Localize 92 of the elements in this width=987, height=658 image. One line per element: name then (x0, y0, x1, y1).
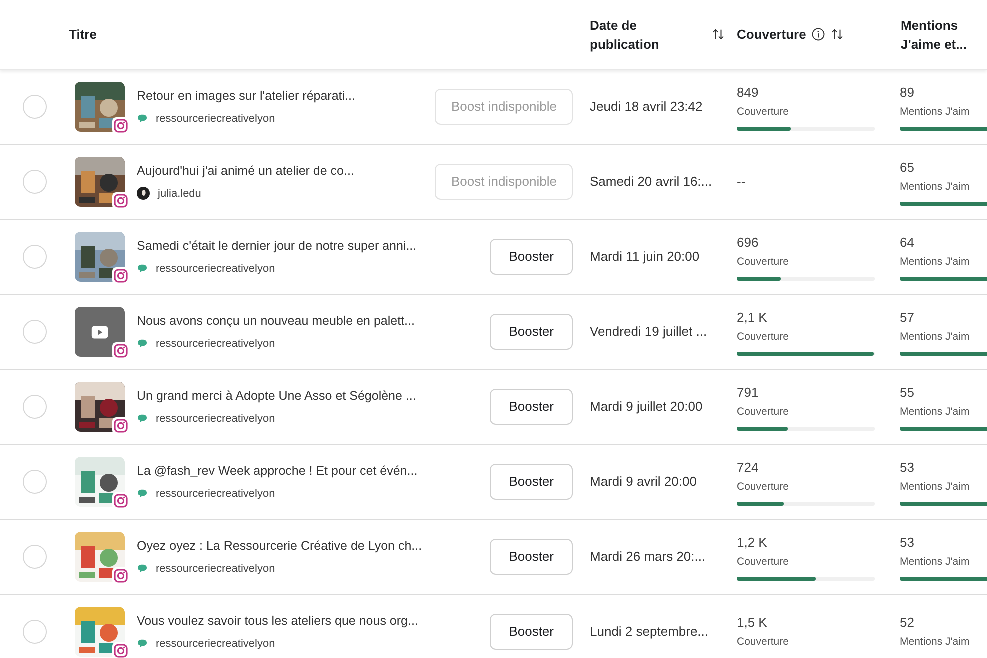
account-name: ressourceriecreativelyon (156, 486, 276, 502)
coverage-label: Couverture (737, 480, 790, 496)
coverage-value: 696 (737, 234, 760, 252)
publish-date: Mardi 9 avril 20:00 (590, 474, 697, 489)
publish-date: Jeudi 18 avril 23:42 (590, 99, 703, 114)
account-name: ressourceriecreativelyon (156, 112, 276, 127)
post-title[interactable]: Aujourd'hui j'ai animé un atelier de co... (137, 162, 436, 181)
row-checkbox[interactable] (22, 245, 46, 269)
post-title[interactable]: Samedi c'était le dernier jour de notre super anni... (137, 236, 490, 256)
boost-button[interactable]: Booster (490, 389, 573, 425)
camera-icon (112, 117, 130, 135)
likes-value: 57 (900, 308, 916, 327)
publish-date: Vendredi 19 juillet ... (590, 324, 708, 339)
publish-date: Lundi 2 septembre... (590, 624, 709, 639)
coverage-value: -- (737, 173, 747, 192)
post-title[interactable]: Nous avons conçu un nouveau meuble en palett... (137, 312, 490, 331)
camera-icon (112, 267, 130, 285)
coverage-value: 791 (737, 384, 760, 402)
likes-label: Mentions J'aim (900, 405, 971, 420)
likes-value: 53 (900, 534, 916, 552)
row-checkbox[interactable] (22, 470, 46, 494)
publish-date: Mardi 26 mars 20:... (590, 549, 706, 564)
account-name: julia.ledu (158, 186, 202, 202)
row-checkbox[interactable] (22, 320, 46, 344)
speech-bubble-icon (137, 264, 148, 274)
speech-bubble-icon (137, 339, 148, 348)
info-icon[interactable] (812, 28, 826, 41)
likes-value: 55 (900, 384, 916, 402)
row-checkbox[interactable] (22, 395, 46, 419)
boost-button[interactable]: Booster (490, 314, 573, 350)
coverage-value: 2,1 K (737, 308, 768, 327)
account-name: ressourceriecreativelyon (156, 636, 276, 652)
row-checkbox[interactable] (22, 170, 46, 194)
speech-bubble-icon (137, 564, 148, 574)
likes-label: Mentions J'aim (900, 255, 971, 270)
account-name: ressourceriecreativelyon (156, 336, 276, 352)
boost-button[interactable]: Booster (490, 464, 573, 500)
coverage-value: 724 (737, 458, 760, 477)
row-checkbox[interactable] (22, 545, 46, 569)
likes-value: 89 (900, 84, 916, 102)
coverage-label: Couverture (737, 555, 790, 570)
account-name: ressourceriecreativelyon (156, 262, 276, 277)
boost-button[interactable]: Booster (490, 614, 573, 650)
sort-icon[interactable] (712, 29, 725, 40)
account-name: ressourceriecreativelyon (156, 562, 276, 577)
speech-bubble-icon (137, 639, 148, 648)
likes-label: Mentions J'aim (900, 180, 971, 196)
post-title[interactable]: Retour en images sur l'atelier réparati... (137, 86, 436, 106)
likes-value: 64 (900, 234, 916, 252)
post-title[interactable]: La @fash_rev Week approche ! Et pour cet évén... (137, 462, 490, 481)
likes-value: 53 (900, 458, 916, 477)
camera-icon (112, 492, 130, 510)
coverage-label: Couverture (737, 330, 790, 346)
column-header: Date de publication (590, 16, 660, 54)
video-icon (91, 324, 109, 340)
coverage-label: Couverture (737, 635, 790, 650)
boost-button[interactable]: Booster (490, 539, 573, 575)
likes-label: Mentions J'aim (900, 105, 971, 120)
publish-date: Mardi 9 juillet 20:00 (590, 399, 703, 414)
camera-icon (112, 192, 130, 210)
column-header: Mentions J'aime et... (901, 16, 968, 54)
likes-label: Mentions J'aim (900, 635, 971, 650)
boost-button[interactable]: Booster (490, 239, 573, 275)
avatar-icon (137, 187, 150, 200)
camera-icon (112, 342, 130, 360)
publish-date: Mardi 11 juin 20:00 (590, 249, 700, 264)
coverage-value: 849 (737, 84, 760, 102)
coverage-label: Couverture (737, 405, 790, 420)
camera-icon (112, 417, 130, 435)
account-name: ressourceriecreativelyon (156, 412, 276, 427)
likes-value: 52 (900, 614, 916, 632)
coverage-value: 1,5 K (737, 614, 768, 632)
speech-bubble-icon (137, 489, 148, 498)
speech-bubble-icon (137, 414, 148, 424)
coverage-label: Couverture (737, 255, 790, 270)
likes-label: Mentions J'aim (900, 330, 971, 346)
publish-date: Samedi 20 avril 16:... (590, 174, 712, 189)
likes-value: 65 (900, 158, 916, 177)
column-header: Couverture (737, 26, 806, 44)
sort-icon[interactable] (831, 29, 844, 40)
speech-bubble-icon (137, 114, 148, 124)
likes-label: Mentions J'aim (900, 555, 971, 570)
coverage-value: 1,2 K (737, 534, 768, 552)
likes-label: Mentions J'aim (900, 480, 971, 496)
coverage-label: Couverture (737, 105, 790, 120)
post-title[interactable]: Un grand merci à Adopte Une Asso et Ségolène ... (137, 386, 490, 406)
post-title[interactable]: Oyez oyez : La Ressourcerie Créative de Lyon ch... (137, 536, 490, 556)
camera-icon (112, 567, 130, 585)
post-title[interactable]: Vous voulez savoir tous les ateliers que nous org... (137, 612, 490, 631)
row-checkbox[interactable] (22, 95, 46, 119)
column-header: Titre (69, 26, 97, 44)
row-checkbox[interactable] (22, 620, 46, 644)
